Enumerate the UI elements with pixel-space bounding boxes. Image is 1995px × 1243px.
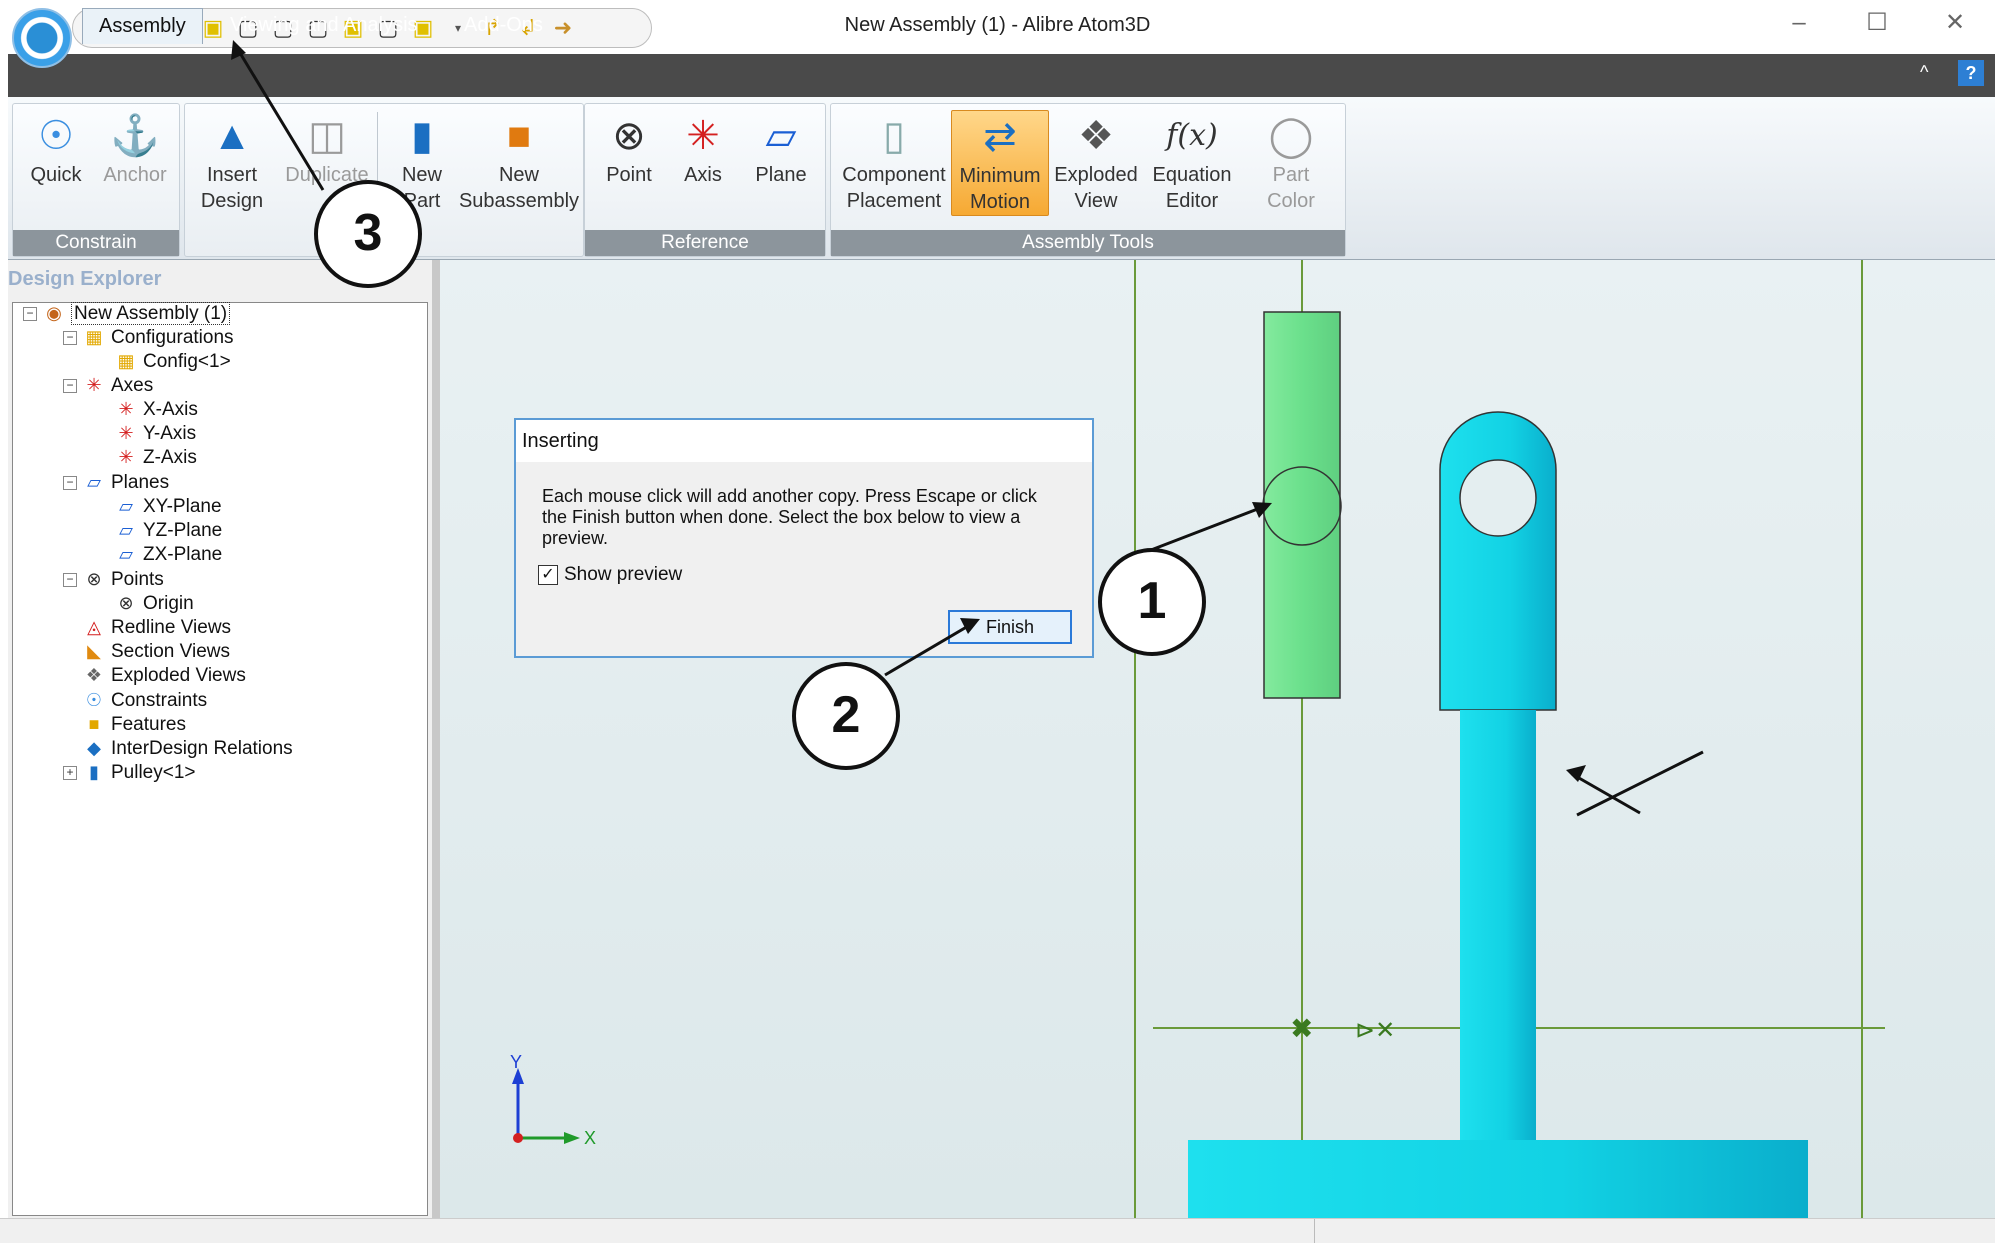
ribbon-tab-bar	[8, 54, 1995, 97]
component-placement-icon: ▯	[882, 114, 905, 158]
component-placement-button[interactable]: ▯ Component Placement	[837, 110, 951, 214]
group-label-reference: Reference	[585, 230, 825, 256]
collapse-icon[interactable]: −	[63, 475, 77, 490]
axes-icon: ✳	[86, 375, 102, 395]
collapse-ribbon-button[interactable]: ^	[1920, 62, 1928, 83]
planes-icon: ▱	[87, 472, 101, 492]
origin-point-icon: ✖	[1290, 1012, 1313, 1045]
panel-splitter[interactable]	[432, 260, 440, 1220]
group-label-constrain: Constrain	[13, 230, 179, 256]
part-icon: ▮	[89, 762, 99, 782]
quick-constraint-icon: ☉	[38, 114, 74, 158]
part-color-icon: ◯	[1268, 114, 1314, 158]
insert-design-icon: ▲	[212, 114, 252, 158]
help-button[interactable]: ?	[1958, 60, 1984, 86]
dialog-title: Inserting	[522, 430, 599, 452]
design-explorer-title: Design Explorer	[8, 268, 162, 290]
triad-x-arrow	[564, 1132, 580, 1144]
callout-2: 2	[792, 662, 900, 770]
group-reference: ⊗ Point ✳ Axis ▱ Plane Reference	[584, 103, 826, 257]
assembly-icon: ◉	[46, 303, 62, 323]
duplicate-icon: ◫	[308, 114, 346, 158]
design-explorer-tree[interactable]: − ◉ New Assembly (1) − ▦ Configurations ▦ Con…	[12, 302, 428, 1216]
new-subassembly-icon: ■	[506, 114, 532, 158]
status-bar-divider	[1314, 1219, 1315, 1243]
quick-button[interactable]: ☉ Quick	[19, 110, 93, 188]
callout-1: 1	[1098, 548, 1206, 656]
point-icon: ⊗	[612, 114, 646, 158]
show-preview-checkbox[interactable]: ✓ Show preview	[538, 564, 682, 586]
minimum-motion-icon: ⇄	[983, 115, 1017, 159]
axis-icon: ✳	[118, 447, 134, 467]
group-constrain: ☉ Quick ⚓ Anchor Constrain	[12, 103, 180, 257]
inserting-dialog: Inserting Each mouse click will add anot…	[514, 418, 1094, 658]
collapse-icon[interactable]: −	[63, 330, 77, 345]
triad-origin	[513, 1133, 523, 1143]
bracket-part[interactable]	[1439, 411, 1557, 711]
status-bar	[0, 1218, 1995, 1243]
tab-viewing-and-analysis[interactable]: Viewing and Analysis	[214, 8, 434, 43]
ribbon: ☉ Quick ⚓ Anchor Constrain ▲ Insert Desi…	[8, 97, 1995, 261]
app-logo-icon[interactable]	[12, 8, 72, 68]
exploded-views-icon: ❖	[85, 665, 103, 685]
show-preview-label: Show preview	[564, 564, 683, 585]
callout-1-arrow	[1576, 750, 1704, 817]
origin-axis-marker-icon: ⊳✕	[1355, 1016, 1395, 1044]
new-part-icon: ▮	[410, 114, 433, 158]
expand-icon[interactable]: +	[63, 765, 77, 780]
part-color-button[interactable]: ◯ Part Color	[1245, 110, 1337, 214]
point-button[interactable]: ⊗ Point	[593, 110, 665, 188]
close-button[interactable]: ✕	[1930, 8, 1980, 38]
dialog-title-bar	[516, 420, 1092, 462]
group-label-assembly-tools: Assembly Tools	[831, 230, 1345, 256]
plane-icon: ▱	[765, 114, 797, 158]
tab-assembly[interactable]: Assembly	[82, 8, 203, 44]
callout-3: 3	[314, 180, 422, 288]
preview-pin-part[interactable]	[1263, 311, 1341, 699]
viewport-canvas: ✖ ⊳✕ Y X	[510, 260, 1885, 1218]
bracket-hole	[1459, 459, 1537, 537]
collapse-icon[interactable]: −	[63, 378, 77, 393]
callout-1-arrow-line	[1571, 772, 1641, 815]
axis-icon: ✳	[686, 114, 720, 158]
equation-editor-button[interactable]: f(x) Equation Editor	[1147, 110, 1237, 214]
dialog-message: Each mouse click will add another copy. …	[542, 486, 1037, 548]
duplicate-button[interactable]: ◫ Duplicate	[275, 110, 379, 188]
group-assembly-tools: ▯ Component Placement ⇄ Minimum Motion ❖…	[830, 103, 1346, 257]
configurations-icon: ▦	[85, 327, 103, 347]
anchor-button[interactable]: ⚓ Anchor	[97, 110, 173, 188]
anchor-icon: ⚓	[110, 114, 160, 158]
bracket-shaft[interactable]	[1460, 710, 1536, 1140]
plane-icon: ▱	[119, 544, 133, 564]
finish-button[interactable]: Finish	[948, 610, 1072, 644]
triad-x-label: X	[584, 1128, 596, 1148]
minimize-button[interactable]: –	[1774, 8, 1824, 38]
minimum-motion-button[interactable]: ⇄ Minimum Motion	[951, 110, 1049, 216]
exploded-view-icon: ❖	[1078, 114, 1114, 158]
collapse-icon[interactable]: −	[63, 572, 77, 587]
axis-button[interactable]: ✳ Axis	[667, 110, 739, 188]
plane-button[interactable]: ▱ Plane	[743, 110, 819, 188]
tab-add-ons[interactable]: Add-Ons	[448, 8, 559, 43]
exploded-view-button[interactable]: ❖ Exploded View	[1053, 110, 1139, 214]
base-part[interactable]	[1188, 1140, 1808, 1218]
points-icon: ⊗	[86, 569, 102, 589]
collapse-icon[interactable]: −	[23, 306, 37, 321]
triad-y-label: Y	[510, 1052, 522, 1072]
insert-design-button[interactable]: ▲ Insert Design	[191, 110, 273, 214]
tree-item-pulley[interactable]: + ▮ Pulley<1>	[63, 758, 196, 787]
equation-editor-icon: f(x)	[1166, 118, 1218, 153]
checkbox-check-icon[interactable]: ✓	[538, 565, 558, 585]
3d-viewport[interactable]: ✖ ⊳✕ Y X	[440, 260, 1995, 1218]
maximize-button[interactable]: ☐	[1852, 8, 1902, 38]
new-subassembly-button[interactable]: ■ New Subassembly	[457, 110, 581, 214]
